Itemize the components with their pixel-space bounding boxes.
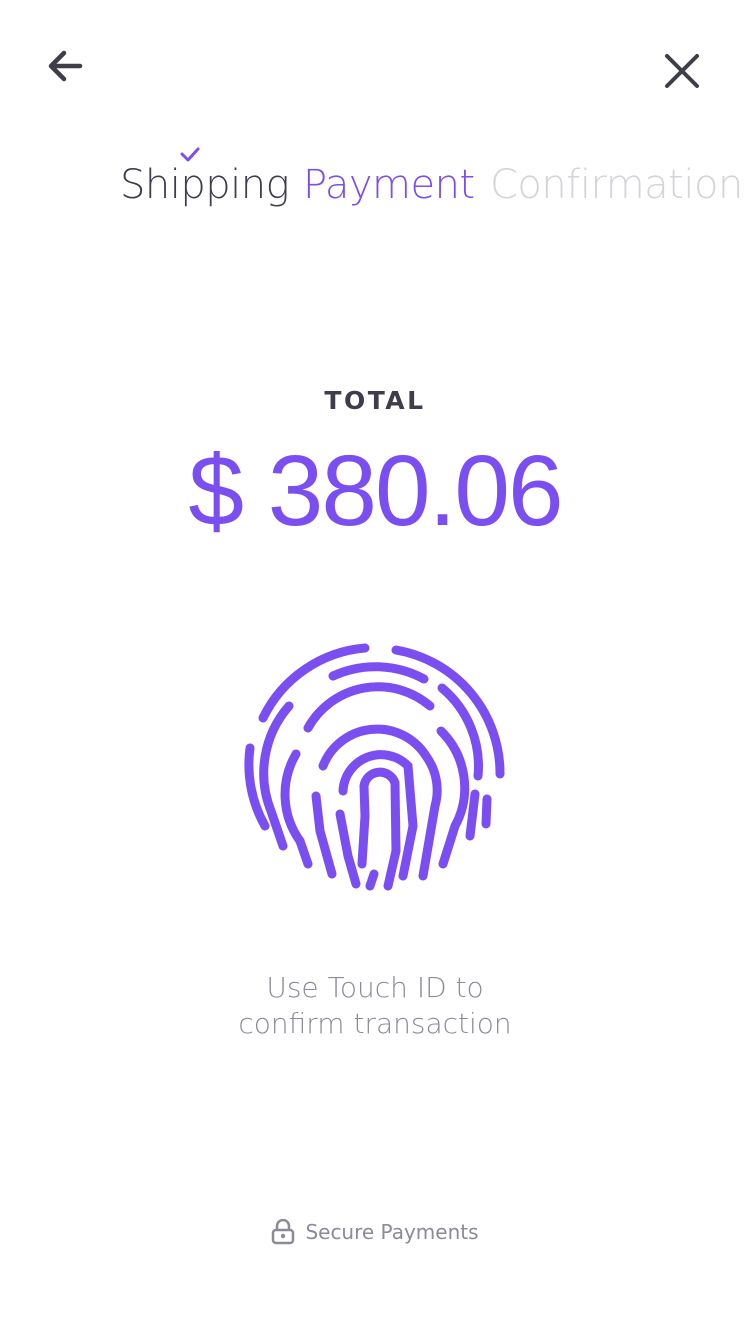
fingerprint-icon[interactable] xyxy=(238,636,512,910)
lock-icon xyxy=(272,1219,295,1245)
instruction-line-2: confirm transaction xyxy=(238,1007,512,1040)
arrow-left-icon xyxy=(48,50,83,82)
instruction-line-1: Use Touch ID to xyxy=(266,971,484,1004)
secure-payments-text: Secure Payments xyxy=(305,1220,479,1244)
step-shipping[interactable]: Shipping xyxy=(120,162,290,208)
total-amount: $ 380.06 xyxy=(188,435,563,547)
total-label: TOTAL xyxy=(324,386,426,415)
close-button[interactable] xyxy=(652,41,712,101)
step-payment[interactable]: Payment xyxy=(303,162,475,208)
secure-payments: Secure Payments xyxy=(0,1219,750,1245)
close-icon xyxy=(665,54,699,88)
touch-id-instruction: Use Touch ID to confirm transaction xyxy=(0,970,750,1042)
step-confirmation: Confirmation xyxy=(490,162,743,208)
back-button[interactable] xyxy=(36,36,96,96)
